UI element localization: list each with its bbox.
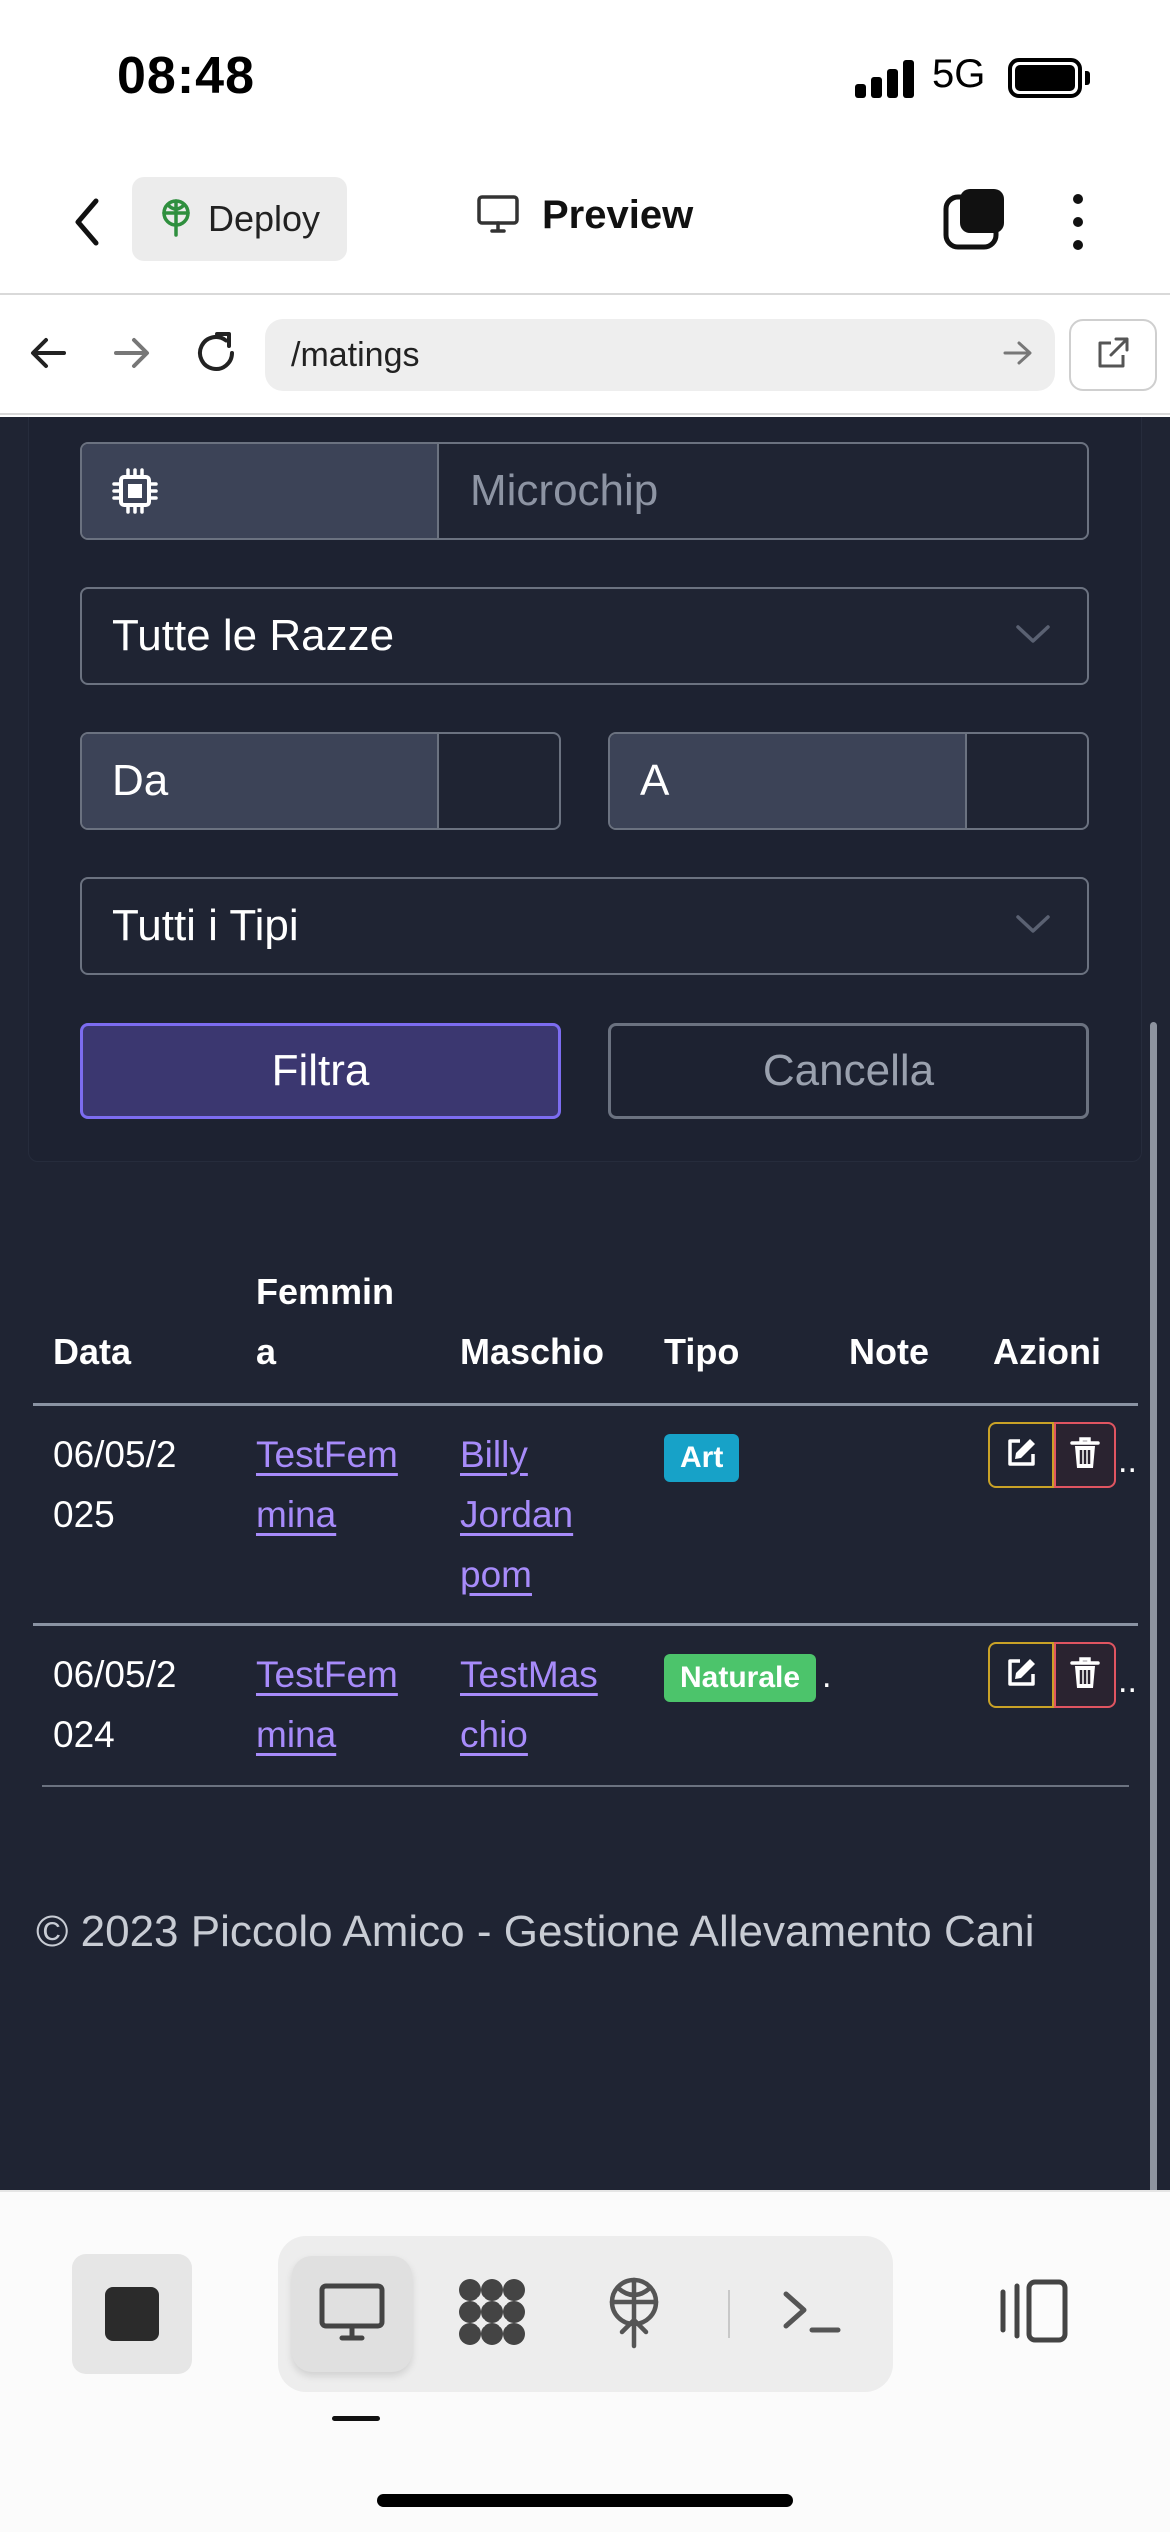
cancel-button-label: Cancella (762, 1046, 935, 1095)
url-go-icon[interactable] (1001, 335, 1035, 375)
url-field[interactable]: /matings (265, 319, 1055, 391)
open-external-button[interactable] (1069, 319, 1157, 391)
terminal-icon (780, 2286, 844, 2342)
date-to-placeholder: A (640, 756, 670, 805)
stop-button[interactable] (72, 2254, 192, 2374)
web-content: Microchip Tutte le Razze Da A Tutti i Ti… (0, 417, 1170, 2190)
row-date: 06/05/2 (53, 1434, 177, 1475)
terminal-view-button[interactable] (752, 2256, 872, 2372)
female-link[interactable]: mina (256, 1485, 336, 1545)
preview-title: Preview (476, 193, 693, 238)
browser-bar: /matings (0, 297, 1170, 415)
stop-icon (105, 2287, 159, 2341)
reload-icon[interactable] (188, 325, 244, 381)
url-text: /matings (291, 335, 420, 374)
signal-icon (855, 60, 915, 98)
trash-icon (1070, 1436, 1100, 1474)
tabs-icon[interactable] (940, 185, 1010, 255)
row-date: 025 (53, 1494, 115, 1535)
split-view-icon[interactable] (995, 2278, 1071, 2348)
deploy-label: Deploy (208, 198, 321, 239)
col-header-femmina-1: Femmin (256, 1271, 395, 1312)
female-link[interactable]: mina (256, 1705, 336, 1765)
female-link[interactable]: TestFem (256, 1425, 398, 1485)
delete-button[interactable] (1054, 1422, 1116, 1488)
home-indicator (377, 2494, 793, 2507)
male-link[interactable]: pom (460, 1545, 532, 1605)
deploy-button[interactable]: Deploy (132, 177, 347, 261)
col-header-maschio: Maschio (460, 1331, 605, 1372)
type-badge: Naturale (664, 1654, 817, 1702)
col-header-femmina-2: a (256, 1331, 277, 1372)
app-header: Deploy Preview (0, 155, 1170, 295)
browser-back-icon[interactable] (20, 325, 76, 381)
row-overflow: .. (1118, 1662, 1137, 1700)
breed-select[interactable]: Tutte le Razze (80, 587, 1089, 685)
battery-icon (1008, 58, 1090, 98)
cpu-icon (110, 466, 160, 520)
edit-icon (1004, 1656, 1038, 1694)
more-vertical-icon[interactable] (1060, 187, 1096, 257)
header-divider (33, 1403, 1138, 1406)
male-link[interactable]: Billy (460, 1425, 528, 1485)
col-header-note: Note (849, 1331, 929, 1372)
edit-icon (1004, 1436, 1038, 1474)
edit-button[interactable] (988, 1422, 1054, 1488)
toolbar-divider (728, 2290, 730, 2338)
scrollbar[interactable] (1150, 1022, 1157, 2190)
chevron-down-icon (1015, 913, 1051, 939)
status-time: 08:48 (117, 47, 255, 105)
date-from-placeholder: Da (112, 756, 169, 805)
deploy-view-button[interactable] (574, 2256, 694, 2372)
type-badge: Art (664, 1434, 740, 1482)
cancel-button[interactable]: Cancella (608, 1023, 1089, 1119)
male-link[interactable]: chio (460, 1705, 528, 1765)
filter-button[interactable]: Filtra (80, 1023, 561, 1119)
col-header-azioni: Azioni (993, 1331, 1101, 1372)
date-to-input[interactable]: A (608, 732, 1089, 830)
edit-button[interactable] (988, 1642, 1054, 1708)
trash-icon (1070, 1656, 1100, 1694)
col-header-tipo: Tipo (664, 1331, 740, 1372)
delete-button[interactable] (1054, 1642, 1116, 1708)
status-bar: 08:48 5G (0, 0, 1170, 155)
microchip-addon (82, 444, 439, 538)
external-link-icon (1095, 335, 1131, 375)
monitor-icon (476, 194, 520, 238)
row-divider (33, 1623, 1138, 1626)
breed-select-value: Tutte le Razze (112, 611, 395, 660)
filter-button-label: Filtra (271, 1046, 370, 1095)
male-link[interactable]: Jordan (460, 1485, 573, 1545)
footer-text: © 2023 Piccolo Amico - Gestione Allevame… (36, 1907, 1035, 1956)
active-tab-indicator (332, 2416, 380, 2421)
network-label: 5G (932, 52, 986, 96)
female-link[interactable]: TestFem (256, 1645, 398, 1705)
type-select[interactable]: Tutti i Tipi (80, 877, 1089, 975)
microchip-input-group[interactable]: Microchip (80, 442, 1089, 540)
browser-forward-icon[interactable] (104, 325, 160, 381)
row-date: 024 (53, 1714, 115, 1755)
back-chevron-icon[interactable] (62, 187, 112, 257)
row-divider (42, 1785, 1129, 1787)
preview-title-text: Preview (542, 193, 694, 237)
row-date: 06/05/2 (53, 1654, 177, 1695)
microchip-placeholder: Microchip (470, 466, 659, 515)
desktop-view-button[interactable] (292, 2256, 412, 2372)
deploy-icon (158, 197, 194, 241)
apps-view-button[interactable] (432, 2256, 552, 2372)
col-header-data: Data (53, 1331, 132, 1372)
apps-icon (454, 2274, 530, 2354)
deploy-icon (602, 2274, 666, 2354)
view-switcher (278, 2236, 893, 2392)
desktop-icon (318, 2282, 386, 2346)
type-select-value: Tutti i Tipi (112, 901, 299, 950)
bottom-toolbar (0, 2190, 1170, 2532)
male-link[interactable]: TestMas (460, 1645, 598, 1705)
row-overflow: .. (1118, 1442, 1137, 1480)
note-overflow: . (822, 1657, 832, 1695)
chevron-down-icon (1015, 623, 1051, 649)
date-from-input[interactable]: Da (80, 732, 561, 830)
